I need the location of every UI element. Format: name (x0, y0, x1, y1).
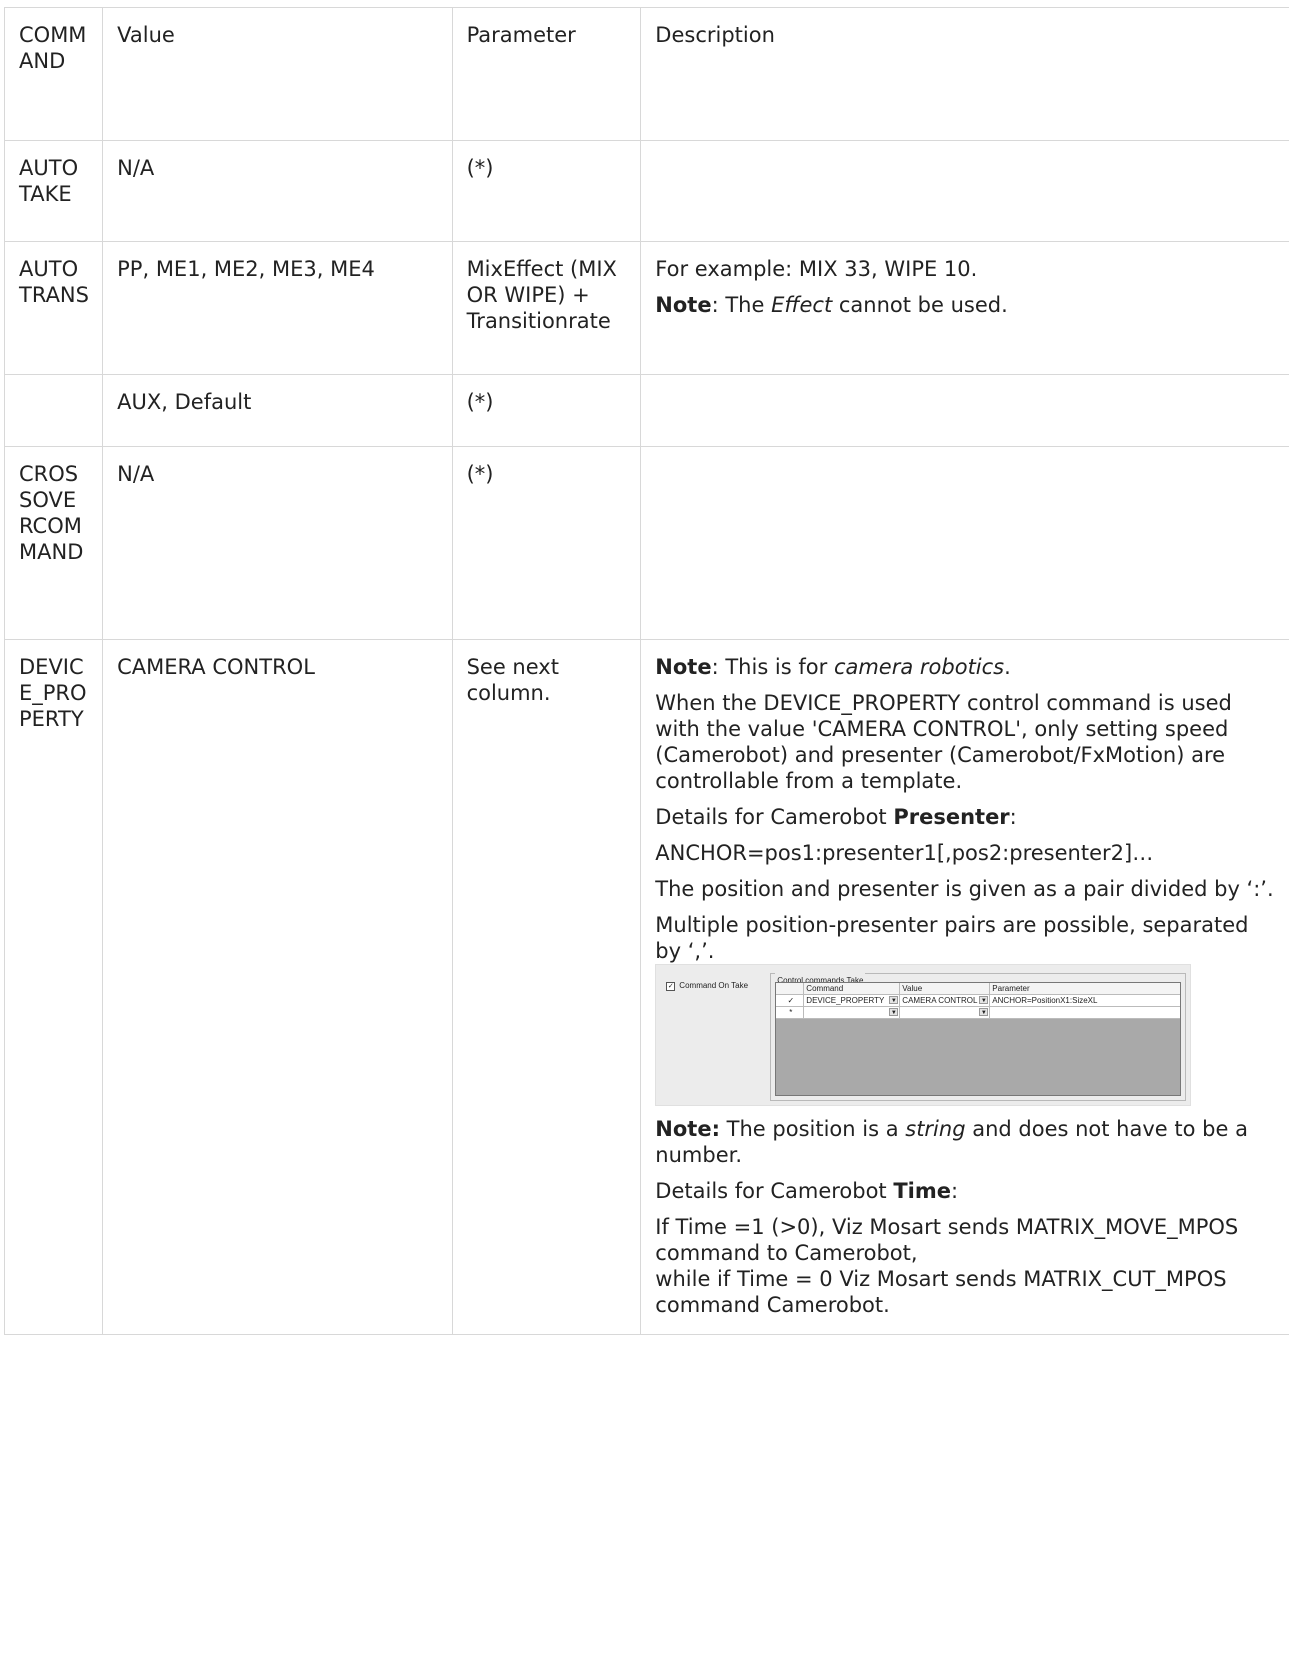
header-parameter: Parameter (451, 7, 642, 141)
parameter-cell: (*) (451, 374, 642, 447)
value-cell: N/A (102, 446, 453, 640)
command-cell: DEVICE_PROPERTY (3, 639, 104, 1335)
note-pre: The position is a (719, 1117, 906, 1141)
control-commands-screenshot: ✓ Command On Take Control commands Take … (655, 964, 1192, 1106)
example-text: For example: MIX 33, WIPE 10. (655, 257, 978, 281)
description-cell (640, 374, 1289, 447)
note-text: Note: The Effect cannot be used. (655, 292, 1277, 318)
pair-text: The position and presenter is given as a… (655, 877, 1274, 901)
note-post: cannot be used. (832, 293, 1008, 317)
grid-cell-value: CAMERA CONTROL ▼ (900, 995, 991, 1006)
note-em: camera robotics (833, 655, 1005, 679)
parameter-cell: (*) (451, 140, 642, 242)
commands-grid: Command Value Parameter ✓ DEVICE_PROPERT… (775, 982, 1182, 1096)
time-move-text: If Time =1 (>0), Viz Mosart sends MATRIX… (655, 1215, 1239, 1265)
heading-bold: Presenter (893, 805, 1010, 829)
time-cut-text: while if Time = 0 Viz Mosart sends MATRI… (655, 1267, 1227, 1317)
dropdown-arrow-icon: ▼ (979, 996, 989, 1004)
parameter-cell: See next column. (451, 639, 642, 1335)
note-position-string: Note: The position is a string and does … (655, 1116, 1277, 1168)
grid-cell-value: ▼ (900, 1007, 991, 1018)
table-row-crossover: CROSSOVERCOMMAND N/A (*) (3, 446, 1289, 640)
value-cell: AUX, Default (102, 374, 453, 447)
device-property-text: When the DEVICE_PROPERTY control command… (655, 691, 1232, 793)
control-commands-group: Control commands Take Command Value Para… (770, 968, 1187, 1101)
presenter-heading: Details for Camerobot Presenter: (655, 804, 1277, 830)
description-cell (640, 446, 1289, 640)
grid-col-value: Value (900, 983, 991, 994)
grid-cell-command: DEVICE_PROPERTY ▼ (804, 995, 901, 1006)
control-commands-table: COMMAND Value Parameter Description AUTO… (3, 7, 1289, 1335)
note-camera-robotics: Note: This is for camera robotics. (655, 654, 1277, 680)
note-label: Note (655, 293, 712, 317)
grid-col-parameter: Parameter (992, 984, 1030, 993)
description-cell: For example: MIX 33, WIPE 10. Note: The … (640, 241, 1289, 375)
grid-row: ✓ DEVICE_PROPERTY ▼ CAMERA CONTROL ▼ ANCHO… (776, 995, 1181, 1007)
parameter-cell: MixEffect (MIX OR WIPE) + Transitionrate (451, 241, 642, 375)
note-em: Effect (771, 293, 833, 317)
value-cell: N/A (102, 140, 453, 242)
checkbox-label: Command On Take (679, 981, 749, 990)
note-pre: : The (711, 293, 772, 317)
value-cell: PP, ME1, ME2, ME3, ME4 (102, 241, 453, 375)
header-command: COMMAND (3, 7, 104, 141)
note-post: . (1004, 655, 1011, 679)
dropdown-arrow-icon: ▼ (889, 1008, 899, 1016)
heading-pre: Details for Camerobot (655, 1179, 894, 1203)
note-label: Note: (655, 1117, 720, 1141)
table-row-aux: AUX, Default (*) (3, 374, 1289, 447)
heading-bold: Time (893, 1179, 951, 1203)
note-label: Note (655, 655, 712, 679)
command-on-take-checkbox: ✓ Command On Take (666, 973, 748, 999)
description-cell: Note: This is for camera robotics. When … (640, 639, 1289, 1335)
time-description: If Time =1 (>0), Viz Mosart sends MATRIX… (655, 1214, 1277, 1318)
header-row: COMMAND Value Parameter Description (3, 7, 1289, 141)
grid-row-new: * ▼ ▼ (776, 1007, 1181, 1019)
grid-cell-parameter (990, 1007, 1180, 1018)
heading-post: : (951, 1179, 959, 1203)
dropdown-arrow-icon: ▼ (979, 1008, 989, 1016)
value-cell: CAMERA CONTROL (102, 639, 453, 1335)
grid-header-row: Command Value Parameter (776, 983, 1181, 995)
parameter-cell: (*) (451, 446, 642, 640)
time-heading: Details for Camerobot Time: (655, 1178, 1277, 1204)
command-cell: AUTOTAKE (3, 140, 104, 242)
command-cell: AUTOTRANS (3, 241, 104, 375)
dropdown-arrow-icon: ▼ (889, 996, 899, 1004)
note-em: string (905, 1117, 966, 1141)
command-cell (3, 374, 104, 447)
heading-pre: Details for Camerobot (655, 805, 894, 829)
grid-marker-header (776, 983, 805, 994)
note-pre: : This is for (711, 655, 834, 679)
table-row-autotrans: AUTOTRANS PP, ME1, ME2, ME3, ME4 MixEffe… (3, 241, 1289, 375)
description-cell (640, 140, 1289, 242)
grid-cell-value-text: CAMERA CONTROL (902, 996, 978, 1005)
table-row-autotake: AUTOTAKE N/A (*) (3, 140, 1289, 242)
anchor-syntax: ANCHOR=pos1:presenter1[,pos2:presenter2]… (655, 841, 1154, 865)
table-row-device-property: DEVICE_PROPERTY CAMERA CONTROL See next … (3, 639, 1289, 1335)
row-new-marker: * (776, 1007, 805, 1018)
row-edit-marker: ✓ (776, 995, 805, 1006)
grid-cell-command: ▼ (804, 1007, 901, 1018)
header-description: Description (640, 7, 1289, 141)
grid-cell-command-text: DEVICE_PROPERTY (806, 996, 885, 1005)
command-cell: CROSSOVERCOMMAND (3, 446, 104, 640)
grid-cell-parameter: ANCHOR=PositionX1:SizeXL (992, 996, 1098, 1005)
header-value: Value (102, 7, 453, 141)
checkbox-checked-icon: ✓ (666, 981, 676, 991)
grid-col-command: Command (804, 983, 901, 994)
multiple-pairs-text: Multiple position-presenter pairs are po… (655, 913, 1249, 963)
heading-post: : (1009, 805, 1017, 829)
